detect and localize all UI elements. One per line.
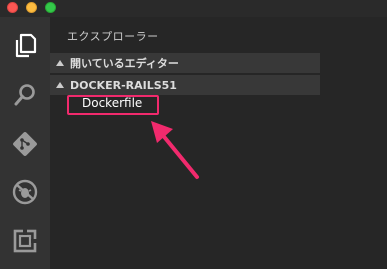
title-bar: [0, 0, 387, 17]
git-icon: [13, 132, 37, 156]
highlight-box: [67, 95, 159, 115]
activity-source-control[interactable]: [0, 120, 50, 168]
open-editors-label: 開いているエディター: [70, 57, 179, 70]
close-window-button[interactable]: [7, 2, 18, 13]
open-editors-section[interactable]: 開いているエディター: [50, 53, 320, 73]
files-icon: [15, 33, 37, 58]
extensions-icon: [13, 229, 37, 253]
expand-arrow-icon: [56, 82, 64, 88]
maximize-window-button[interactable]: [45, 2, 56, 13]
activity-explorer[interactable]: [0, 21, 50, 69]
project-folder-section[interactable]: DOCKER-RAILS51: [50, 75, 320, 95]
activity-search[interactable]: [0, 71, 50, 119]
project-folder-label: DOCKER-RAILS51: [70, 78, 177, 92]
minimize-window-button[interactable]: [26, 2, 37, 13]
search-icon: [14, 84, 35, 106]
pointer-arrow-icon: [151, 121, 199, 179]
explorer-sidebar: エクスプローラー 開いているエディター DOCKER-RAILS51 Docke…: [50, 17, 387, 269]
expand-arrow-icon: [56, 60, 64, 66]
activity-extensions[interactable]: [0, 217, 50, 265]
vscode-window: エクスプローラー 開いているエディター DOCKER-RAILS51 Docke…: [0, 0, 387, 269]
activity-bar: [0, 17, 50, 269]
explorer-title: エクスプローラー: [67, 30, 159, 43]
debug-icon: [12, 179, 38, 205]
activity-debug[interactable]: [0, 168, 50, 216]
